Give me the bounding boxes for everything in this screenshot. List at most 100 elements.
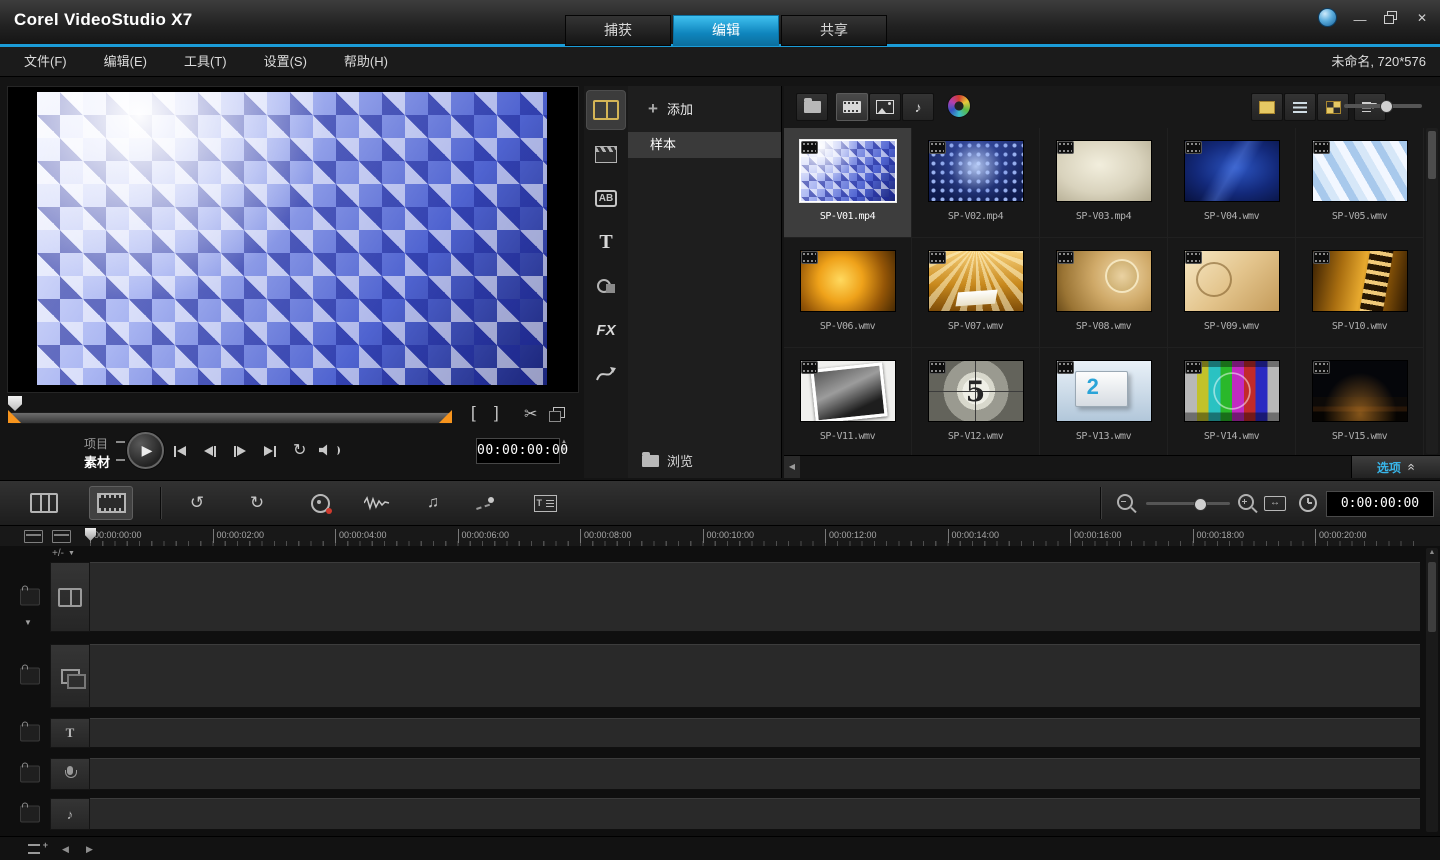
library-item[interactable]: SP-V14.wmv [1168,348,1296,456]
menu-tools[interactable]: 工具(T) [184,47,227,76]
library-item[interactable]: 2SP-V13.wmv [1040,348,1168,456]
library-item[interactable]: SP-V03.mp4 [1040,128,1168,238]
scrubber-track[interactable] [10,412,452,424]
go-start-button[interactable] [174,445,186,457]
auto-music-button[interactable]: ♫ [411,486,455,520]
library-item[interactable]: SP-V02.mp4 [912,128,1040,238]
nav-instant-project[interactable] [586,134,626,174]
library-item[interactable]: SP-V05.wmv [1296,128,1424,238]
video-track-lane[interactable] [90,562,1420,632]
nav-transition[interactable]: AB [586,178,626,218]
timeline-view-button[interactable] [89,486,133,520]
scroll-right-button[interactable]: ▶ [86,844,93,855]
mark-out-button[interactable]: ] [494,403,499,423]
title-track-lock-button[interactable] [20,725,40,742]
swap-tracks-icon[interactable]: + [28,844,44,854]
motion-tracking-button[interactable] [463,486,507,520]
title-track-lane[interactable] [90,718,1420,748]
nav-media-library[interactable] [586,90,626,130]
filter-photo-button[interactable] [869,93,901,121]
project-duration-button[interactable] [1299,494,1317,512]
repeat-button[interactable]: ↻ [293,440,306,460]
fit-project-button[interactable]: ↔ [1264,496,1286,511]
record-capture-button[interactable] [298,486,342,520]
library-item[interactable]: SP-V01.mp4 [784,128,912,238]
scrollbar-thumb[interactable] [1428,131,1436,179]
video-track-lock-button[interactable] [20,589,40,606]
media-reel-button[interactable] [944,93,974,119]
filter-audio-button[interactable]: ♪ [902,93,934,121]
thumbnail-size-slider[interactable] [1344,104,1422,108]
timeline-ruler-ticks[interactable]: 00:00:00:0000:00:02:0000:00:04:0000:00:0… [90,526,1420,546]
subtitle-editor-button[interactable]: T [523,486,567,520]
timeline-ruler[interactable]: 00:00:00:0000:00:02:0000:00:04:0000:00:0… [0,526,1440,547]
timecode-spinner[interactable]: ▲ ▼ [561,439,567,453]
minimize-button[interactable]: — [1352,11,1368,25]
add-category-button[interactable]: + 添加 [628,96,693,120]
tab-share[interactable]: 共享 [781,15,887,46]
library-item[interactable]: SP-V07.wmv [912,238,1040,348]
timeline-scrollbar[interactable]: ▲ [1426,548,1438,832]
preview-timecode[interactable]: 00:00:00:00 [476,438,560,464]
menu-file[interactable]: 文件(F) [24,47,67,76]
library-item[interactable]: SP-V10.wmv [1296,238,1424,348]
menu-help[interactable]: 帮助(H) [344,47,388,76]
next-frame-button[interactable] [234,445,246,457]
filter-video-button[interactable] [836,93,868,121]
overlay-track-header[interactable] [50,644,90,708]
preview-video-frame[interactable] [37,92,547,385]
browse-button[interactable]: 浏览 [642,451,693,470]
scroll-up-icon[interactable]: ▲ [1426,549,1438,556]
volume-button[interactable] [319,444,340,456]
voice-track-lock-button[interactable] [20,766,40,783]
spin-up-icon[interactable]: ▲ [561,439,567,445]
enlarge-preview-icon[interactable] [553,407,565,418]
spin-down-icon[interactable]: ▼ [561,447,567,453]
import-media-button[interactable] [796,93,828,121]
collapse-panel-button[interactable]: ◀ [784,456,800,478]
view-thumbnail-button[interactable] [1251,93,1283,121]
show-video-tracks-icon[interactable] [24,530,43,543]
nav-filter[interactable]: FX [586,310,626,350]
library-item[interactable]: 5SP-V12.wmv [912,348,1040,456]
zoom-slider-thumb[interactable] [1194,498,1207,511]
menu-edit[interactable]: 编辑(E) [104,47,147,76]
category-sample[interactable]: 样本 [628,132,781,158]
zoom-in-button[interactable] [1238,494,1254,510]
nav-motion-path[interactable] [586,354,626,394]
tab-edit[interactable]: 编辑 [673,15,779,46]
show-overlay-tracks-icon[interactable] [52,530,71,543]
library-scrollbar[interactable] [1426,128,1438,454]
view-list-button[interactable] [1284,93,1316,121]
undo-button[interactable]: ↺ [175,486,219,520]
menu-settings[interactable]: 设置(S) [264,47,307,76]
track-add-remove-control[interactable]: +/- ▼ [52,548,75,559]
scrubber-thumb[interactable] [8,396,22,411]
video-track-header[interactable] [50,562,90,632]
music-track-lane[interactable] [90,798,1420,830]
expand-tracks-chevron[interactable]: ▼ [24,618,32,627]
restore-button[interactable] [1383,11,1399,25]
storyboard-view-button[interactable] [22,486,66,520]
music-track-lock-button[interactable] [20,806,40,823]
play-button[interactable]: ▶ [127,432,164,469]
go-end-button[interactable] [264,445,276,457]
mode-clip-label[interactable]: 素材 [84,452,110,471]
scroll-left-button[interactable]: ◀ [62,844,69,855]
overlay-track-lane[interactable] [90,644,1420,708]
tab-capture[interactable]: 捕获 [565,15,671,46]
library-item[interactable]: SP-V04.wmv [1168,128,1296,238]
slider-thumb[interactable] [1380,100,1393,113]
voice-track-lane[interactable] [90,758,1420,790]
scrollbar-thumb[interactable] [1428,562,1436,632]
library-item[interactable]: SP-V09.wmv [1168,238,1296,348]
library-item[interactable]: SP-V08.wmv [1040,238,1168,348]
sound-mixer-button[interactable] [355,486,399,520]
nav-graphic[interactable] [586,266,626,306]
split-clip-icon[interactable]: ✂ [524,404,537,424]
overlay-track-lock-button[interactable] [20,668,40,685]
corel-globe-icon[interactable] [1318,8,1337,27]
timeline-timecode[interactable]: 0:00:00:00 [1326,491,1434,517]
music-track-header[interactable]: ♪ [50,798,90,830]
close-button[interactable]: ✕ [1414,11,1430,25]
